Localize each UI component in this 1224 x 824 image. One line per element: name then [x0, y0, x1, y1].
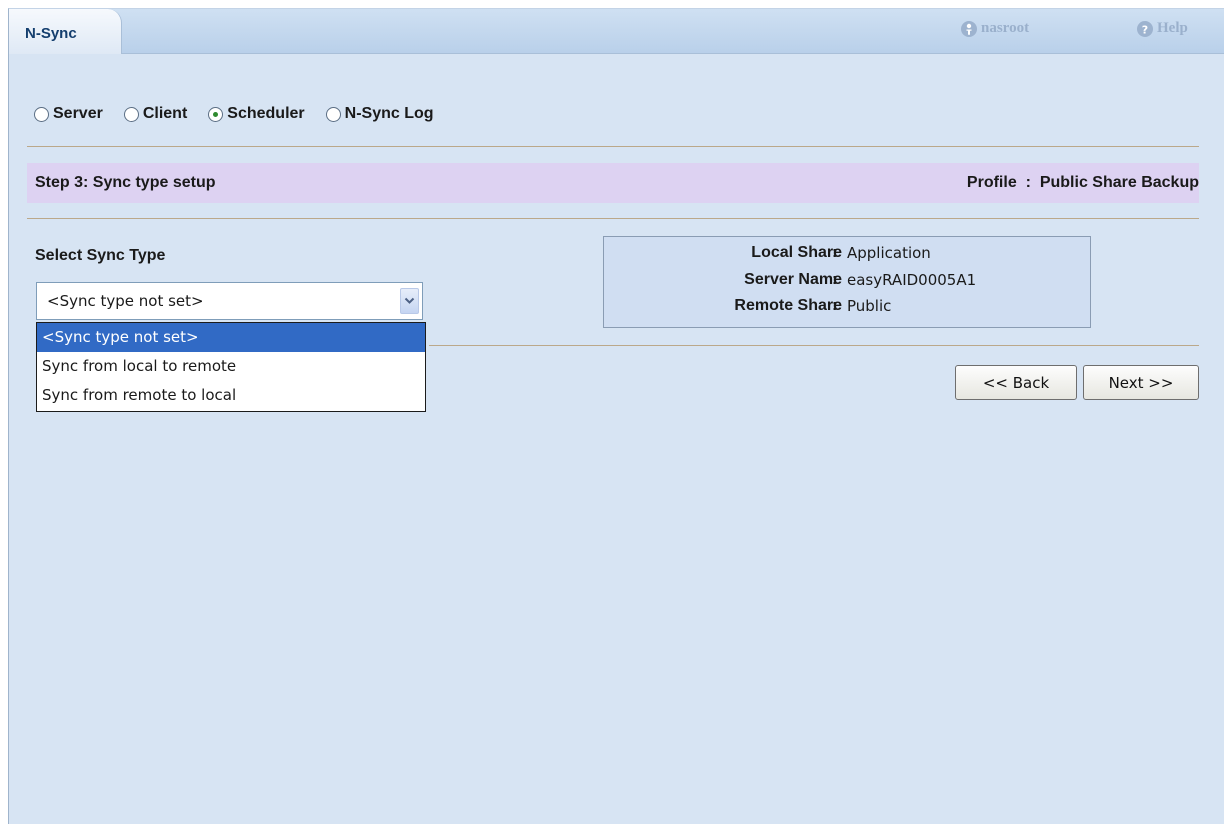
info-value: Public: [847, 297, 892, 315]
chevron-down-icon: [404, 297, 415, 304]
radio-scheduler[interactable]: Scheduler: [208, 105, 305, 123]
radio-label: Scheduler: [227, 105, 305, 122]
profile-info: Profile : Public Share Backup: [966, 174, 1199, 191]
dropdown-option[interactable]: Sync from local to remote: [37, 352, 425, 381]
tab-n-sync[interactable]: N-Sync: [9, 9, 122, 54]
info-separator: :: [832, 297, 838, 314]
user-label: nasroot: [981, 20, 1030, 36]
help-label: Help: [1157, 20, 1188, 36]
radio-circle-checked[interactable]: [208, 106, 224, 122]
dropdown-option[interactable]: <Sync type not set>: [37, 323, 425, 352]
top-bar: N-Sync nasroot ? Help: [9, 9, 1224, 54]
sync-type-select[interactable]: <Sync type not set>: [36, 282, 423, 320]
profile-name: Public Share Backup: [1039, 174, 1199, 191]
mode-radio-group: Server Client Scheduler N-Sync Log: [34, 105, 455, 123]
help-icon: ?: [1137, 20, 1153, 37]
svg-text:?: ?: [1142, 23, 1148, 36]
divider: [27, 218, 1199, 219]
radio-circle[interactable]: [325, 106, 341, 122]
next-button[interactable]: Next >>: [1083, 365, 1199, 400]
step-header: Step 3: Sync type setup Profile : Public…: [27, 163, 1199, 203]
sync-type-label: Select Sync Type: [35, 247, 166, 264]
sync-type-dropdown: <Sync type not set> Sync from local to r…: [36, 322, 426, 412]
info-value: easyRAID0005A1: [847, 271, 977, 289]
back-button[interactable]: << Back: [955, 365, 1077, 400]
dropdown-option[interactable]: Sync from remote to local: [37, 381, 425, 410]
info-separator: :: [832, 244, 838, 261]
divider: [429, 345, 1199, 346]
radio-circle[interactable]: [34, 106, 49, 122]
radio-label: N-Sync Log: [344, 105, 434, 122]
radio-client[interactable]: Client: [123, 105, 188, 123]
dropdown-button[interactable]: [400, 288, 419, 314]
sync-type-value: <Sync type not set>: [47, 292, 204, 310]
info-key: Local Share: [751, 244, 842, 261]
divider: [27, 146, 1199, 147]
app-frame: N-Sync nasroot ? Help Server Client Sche…: [8, 8, 1224, 824]
radio-server[interactable]: Server: [34, 105, 103, 123]
info-key: Server Name: [744, 271, 842, 288]
radio-n-sync-log[interactable]: N-Sync Log: [325, 105, 434, 123]
share-info-box: Local Share : Application Server Name : …: [603, 236, 1091, 328]
profile-label: Profile: [966, 174, 1017, 191]
radio-circle[interactable]: [123, 106, 139, 122]
help-link[interactable]: ? Help: [1137, 20, 1188, 37]
radio-label: Client: [142, 105, 188, 122]
info-key: Remote Share: [734, 297, 842, 314]
user-link[interactable]: nasroot: [961, 20, 1029, 37]
radio-label: Server: [53, 105, 103, 122]
info-separator: :: [832, 271, 838, 288]
step-title: Step 3: Sync type setup: [35, 174, 216, 191]
user-icon: [961, 20, 977, 37]
tab-label: N-Sync: [25, 25, 77, 42]
info-value: Application: [847, 244, 931, 262]
